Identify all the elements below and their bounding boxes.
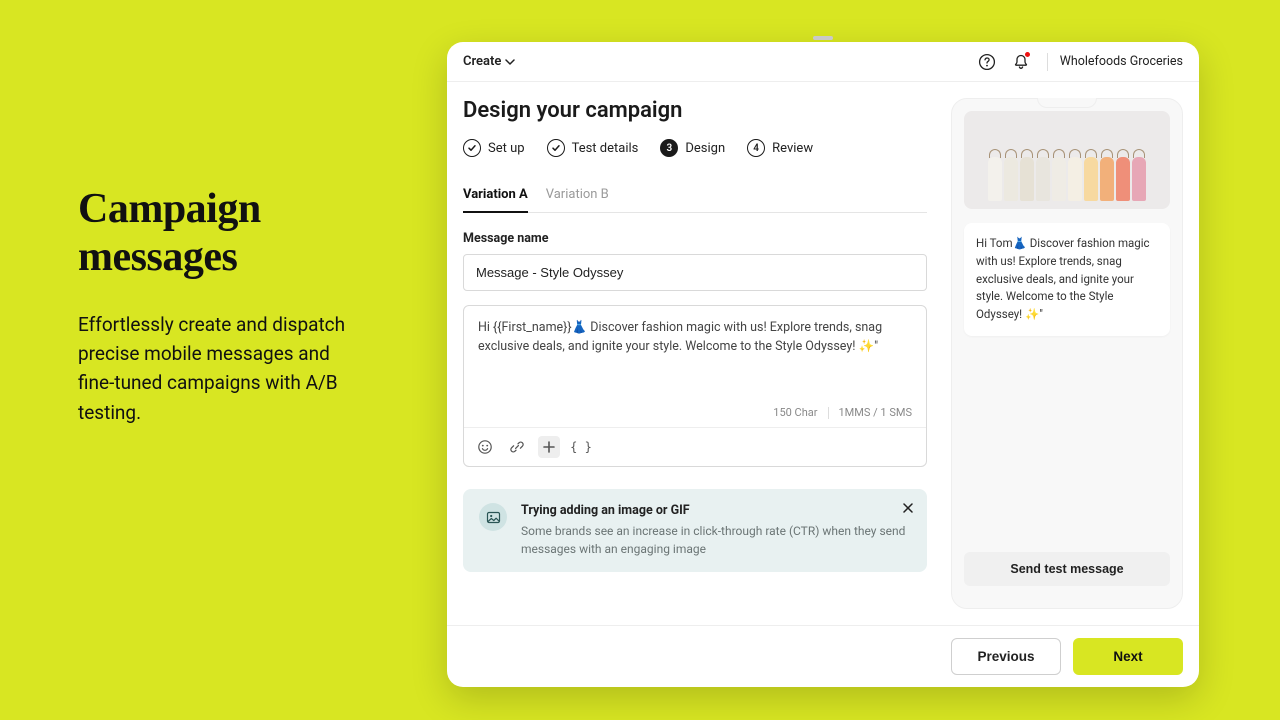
preview-shirt (1132, 157, 1146, 201)
plus-icon (543, 441, 555, 453)
preview-shirt (1020, 157, 1034, 201)
notification-dot (1024, 51, 1031, 58)
window-handle (813, 36, 833, 40)
tab-variation-a[interactable]: Variation A (463, 181, 528, 212)
promo-title: Campaign messages (78, 185, 358, 282)
phone-preview: Hi Tom👗 Discover fashion magic with us! … (951, 98, 1183, 609)
stepper: Set up Test details 3 Design 4 Review (463, 139, 927, 157)
link-icon (509, 439, 525, 455)
tip-close-button[interactable] (901, 501, 915, 515)
message-composer: Hi {{First_name}}👗 Discover fashion magi… (463, 305, 927, 467)
chevron-down-icon (505, 57, 515, 67)
tab-variation-b[interactable]: Variation B (546, 181, 609, 212)
design-column: Design your campaign Set up Test details 3… (463, 98, 927, 609)
step-label: Design (685, 141, 725, 156)
char-count: 150 Char (773, 406, 817, 419)
step-number: 3 (660, 139, 678, 157)
promo-panel: Campaign messages Effortlessly create an… (78, 185, 358, 427)
step-label: Set up (488, 141, 525, 156)
composer-toolbar: { } (464, 427, 926, 466)
preview-column: Hi Tom👗 Discover fashion magic with us! … (951, 98, 1183, 609)
create-label: Create (463, 54, 501, 69)
preview-image (964, 111, 1170, 209)
image-icon (479, 503, 507, 531)
tip-card: Trying adding an image or GIF Some brand… (463, 489, 927, 572)
create-menu[interactable]: Create (463, 54, 515, 69)
message-name-input[interactable] (463, 254, 927, 291)
notifications-button[interactable] (1009, 50, 1033, 74)
step-number: 4 (747, 139, 765, 157)
preview-message: Hi Tom👗 Discover fashion magic with us! … (964, 223, 1170, 336)
close-icon (901, 501, 915, 515)
emoji-button[interactable] (474, 436, 496, 458)
tip-title: Trying adding an image or GIF (521, 503, 911, 518)
link-button[interactable] (506, 436, 528, 458)
preview-shirt (1100, 157, 1114, 201)
previous-button[interactable]: Previous (951, 638, 1061, 675)
send-test-button[interactable]: Send test message (964, 552, 1170, 586)
composer-meta: 150 Char 1MMS / 1 SMS (464, 406, 926, 427)
topbar-divider (1047, 53, 1048, 71)
merge-tag-button[interactable]: { } (570, 436, 592, 458)
step-design[interactable]: 3 Design (660, 139, 725, 157)
step-test-details[interactable]: Test details (547, 139, 639, 157)
preview-shirt (1068, 157, 1082, 201)
app-window: Create Wholefoods Groceries Design your … (447, 42, 1199, 687)
page-title: Design your campaign (463, 98, 927, 123)
help-button[interactable] (975, 50, 999, 74)
sms-count: 1MMS / 1 SMS (839, 406, 913, 419)
promo-description: Effortlessly create and dispatch precise… (78, 310, 358, 428)
preview-shirt (1084, 157, 1098, 201)
main-content: Design your campaign Set up Test details 3… (447, 82, 1199, 625)
tip-description: Some brands see an increase in click-thr… (521, 522, 911, 558)
preview-shirt (1116, 157, 1130, 201)
preview-shirt (1004, 157, 1018, 201)
footer: Previous Next (447, 625, 1199, 687)
help-icon (978, 53, 996, 71)
braces-icon: { } (570, 440, 592, 454)
step-review[interactable]: 4 Review (747, 139, 813, 157)
topbar: Create Wholefoods Groceries (447, 42, 1199, 82)
phone-notch (1037, 98, 1097, 108)
message-name-label: Message name (463, 231, 927, 246)
check-icon (547, 139, 565, 157)
step-label: Review (772, 141, 813, 156)
preview-shirt (1036, 157, 1050, 201)
next-button[interactable]: Next (1073, 638, 1183, 675)
step-set-up[interactable]: Set up (463, 139, 525, 157)
variation-tabs: Variation A Variation B (463, 181, 927, 213)
emoji-icon (477, 439, 493, 455)
preview-shirt (988, 157, 1002, 201)
step-label: Test details (572, 141, 639, 156)
check-icon (463, 139, 481, 157)
preview-shirt (1052, 157, 1066, 201)
message-body-input[interactable]: Hi {{First_name}}👗 Discover fashion magi… (464, 306, 926, 406)
org-name[interactable]: Wholefoods Groceries (1060, 54, 1183, 69)
add-content-button[interactable] (538, 436, 560, 458)
